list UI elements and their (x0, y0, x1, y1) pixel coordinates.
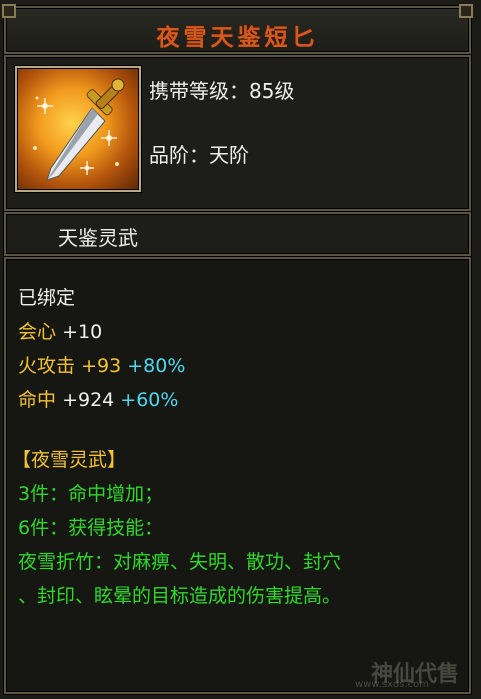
item-tooltip-panel: 夜雪天鉴短匕 携带等级：85级 品阶：天阶 天鉴灵武 已绑定 会心 +10 火攻… (0, 0, 481, 699)
stat-row: 会心 +10 (18, 317, 102, 344)
set-name-bar: 天鉴灵武 (4, 212, 471, 256)
stat-bonus: +60% (120, 389, 179, 411)
set-effect-line: 6件：获得技能： (18, 517, 164, 539)
carry-level-label: 携带等级： (149, 79, 249, 103)
item-info-box: 携带等级：85级 品阶：天阶 (4, 55, 471, 211)
item-grade: 品阶：天阶 (149, 139, 249, 168)
set-name-label: 天鉴灵武 (58, 226, 138, 250)
item-grade-value: 天阶 (209, 143, 249, 167)
stat-value: +10 (62, 321, 103, 343)
set-effect-line: 、封印、眩晕的目标造成的伤害提高。 (18, 585, 342, 607)
stat-bonus: +80% (127, 355, 186, 377)
set-effect-line: 夜雪折竹：对麻痹、失明、散功、封穴 (18, 551, 342, 573)
set-title: 【夜雪灵武】 (12, 449, 127, 471)
stat-name: 火攻击 (18, 355, 76, 377)
bound-status: 已绑定 (18, 287, 76, 309)
stat-row: 火攻击 +93 +80% (18, 351, 185, 378)
dagger-icon[interactable] (15, 66, 141, 192)
title-bar: 夜雪天鉴短匕 (2, 4, 473, 54)
stat-name: 会心 (18, 321, 57, 343)
carry-level-value: 85级 (249, 79, 295, 103)
stat-value: +93 (81, 355, 122, 377)
item-title: 夜雪天鉴短匕 (156, 24, 319, 51)
dagger-icon-graphic (33, 78, 125, 181)
corner-ornament (459, 4, 473, 18)
carry-level: 携带等级：85级 (149, 75, 294, 104)
watermark-url: www.sxds.com (354, 679, 429, 690)
item-details-box: 已绑定 会心 +10 火攻击 +93 +80% 命中 +924 +60% 【夜雪… (4, 257, 471, 694)
item-grade-label: 品阶： (149, 143, 209, 167)
set-effect-line: 3件：命中增加； (18, 483, 164, 505)
stat-value: +924 (62, 389, 115, 411)
stat-name: 命中 (18, 389, 57, 411)
stat-row: 命中 +924 +60% (18, 385, 178, 412)
corner-ornament (2, 4, 16, 18)
